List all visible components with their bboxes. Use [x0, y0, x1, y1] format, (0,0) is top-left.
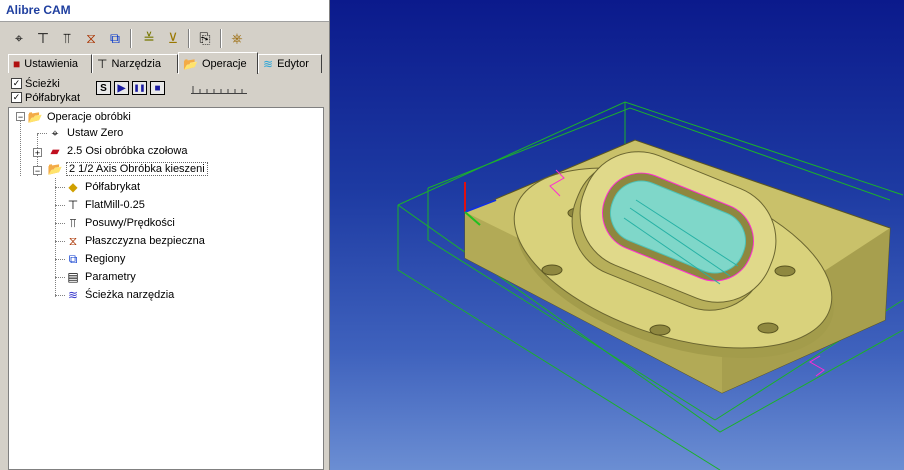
- check-mark-icon: ✓: [11, 92, 22, 103]
- stock-label: Półfabrykat: [25, 91, 81, 104]
- collapse-icon[interactable]: −: [33, 166, 42, 176]
- setup-icon: ■: [13, 57, 21, 71]
- tree-item-pocket[interactable]: 📂 2 1/2 Axis Obróbka kieszeni: [47, 160, 208, 178]
- tree-line: [55, 295, 65, 296]
- tree-item-feeds[interactable]: ⫪ Posuwy/Prędkości: [65, 214, 175, 232]
- tree-root-label: Operacje obróbki: [47, 111, 131, 123]
- folder-icon: ▰: [50, 144, 60, 158]
- tree-item-params[interactable]: ▤ Parametry: [65, 268, 136, 286]
- tree-item-label: Ścieżka narzędzia: [85, 289, 175, 301]
- tree-line: [55, 178, 56, 297]
- editor-icon: ≋: [263, 57, 274, 71]
- feeds-icon: ⫪: [69, 215, 77, 230]
- sim-step-button[interactable]: S: [96, 81, 111, 95]
- tree-item-plane[interactable]: ⧖ Płaszczyzna bezpieczna: [65, 232, 205, 250]
- tab-narzedzia[interactable]: ⊤ Narzędzia: [92, 54, 178, 73]
- collapse-icon[interactable]: −: [16, 112, 25, 122]
- tree-item-label: Płaszczyzna bezpieczna: [85, 235, 205, 247]
- tree-item-label: Półfabrykat: [85, 181, 141, 193]
- tree-item-label: Parametry: [85, 271, 136, 283]
- regions-icon: ⧉: [68, 251, 78, 266]
- check-mark-icon: ✓: [11, 78, 22, 89]
- tree-item-stock[interactable]: ◆ Półfabrykat: [65, 178, 140, 196]
- tree-item-facing[interactable]: ▰ 2.5 Osi obróbka czołowa: [47, 142, 187, 160]
- tree-item-ustaw-zero[interactable]: ⌖ Ustaw Zero: [47, 124, 124, 142]
- tree-line: [37, 133, 47, 134]
- tree-item-label: FlatMill-0.25: [85, 199, 145, 211]
- toolbar-separator: [188, 29, 190, 48]
- tool-icon: ⊤: [67, 198, 79, 212]
- tab-label: Narzędzia: [111, 58, 161, 70]
- tree-line: [55, 277, 65, 278]
- copy-icon[interactable]: ⎘: [194, 27, 216, 49]
- tab-edytor[interactable]: ≋ Edytor: [258, 54, 322, 73]
- tab-label: Ustawienia: [24, 58, 79, 70]
- tree-line: [20, 121, 21, 176]
- pause-button[interactable]: ❚❚: [132, 81, 147, 95]
- toolbar-separator: [130, 29, 132, 48]
- tree-item-label: 2 1/2 Axis Obróbka kieszeni: [66, 162, 208, 176]
- tab-ustawienia[interactable]: ■ Ustawienia: [8, 54, 92, 73]
- toolpath-icon: ≋: [67, 288, 79, 302]
- tab-operacje[interactable]: 📂 Operacje: [178, 52, 258, 74]
- tree-line: [55, 259, 65, 260]
- plane-icon: ⧖: [68, 233, 78, 248]
- tree-item-toolpath[interactable]: ≋ Ścieżka narzędzia: [65, 286, 174, 304]
- probe-icon[interactable]: ⌖: [8, 27, 30, 49]
- feeds-icon[interactable]: ⫪: [56, 27, 78, 49]
- panel-title: Alibre CAM: [6, 3, 71, 17]
- regions-icon[interactable]: ⧉: [104, 27, 126, 49]
- expand-icon[interactable]: +: [33, 148, 42, 158]
- tab-label: Edytor: [277, 58, 309, 70]
- tree-item-label: Regiony: [85, 253, 126, 265]
- operations-tree: − 📂 Operacje obróbki ⌖ Ustaw Zero + ▰ 2.…: [8, 107, 324, 470]
- stock-checkbox[interactable]: ✓ Półfabrykat: [11, 91, 80, 104]
- tree-item-label: Ustaw Zero: [67, 127, 124, 139]
- tab-label: Operacje: [201, 57, 247, 70]
- stop-button[interactable]: ■: [150, 81, 165, 95]
- probe-icon: ⌖: [51, 125, 59, 140]
- toolpaths-label: Ścieżki: [25, 77, 60, 90]
- post-icon[interactable]: ⎈: [226, 27, 248, 49]
- play-button[interactable]: ▶: [114, 81, 129, 95]
- toolbar-separator: [220, 29, 222, 48]
- tool-icon: ⊤: [97, 57, 108, 71]
- tree-item-regions[interactable]: ⧉ Regiony: [65, 250, 126, 268]
- document-icon: ▤: [67, 270, 79, 284]
- folder-open-icon: 📂: [27, 110, 43, 124]
- pocket-icon[interactable]: ⊻: [162, 27, 184, 49]
- sim-speed-slider[interactable]: [191, 85, 247, 94]
- part-model: [397, 101, 904, 470]
- tool-icon[interactable]: ⊤: [32, 27, 54, 49]
- stock-icon: ◆: [68, 180, 78, 194]
- tree-line: [55, 205, 65, 206]
- slider-ticks: [192, 86, 243, 94]
- folder-open-icon: 📂: [183, 56, 198, 71]
- display-options: ✓ Ścieżki ✓ Półfabrykat S ▶ ❚❚ ■: [11, 77, 327, 105]
- tree-item-tool[interactable]: ⊤ FlatMill-0.25: [65, 196, 145, 214]
- toolbar: ⌖ ⊤ ⫪ ⧖ ⧉ ≚ ⊻ ⎘ ⎈: [8, 27, 326, 51]
- panel-title-bar: Alibre CAM: [0, 0, 329, 22]
- engrave-icon[interactable]: ≚: [138, 27, 160, 49]
- cam-panel: Alibre CAM ⌖ ⊤ ⫪ ⧖ ⧉ ≚ ⊻ ⎘ ⎈ ■ Ustawieni…: [0, 0, 330, 470]
- 3d-viewport[interactable]: [330, 0, 904, 470]
- tree-line: [55, 223, 65, 224]
- plane-icon[interactable]: ⧖: [80, 27, 102, 49]
- tree-line: [55, 187, 65, 188]
- folder-open-icon: 📂: [47, 162, 63, 176]
- toolpaths-checkbox[interactable]: ✓ Ścieżki: [11, 77, 60, 90]
- tree-line: [55, 241, 65, 242]
- tree-item-label: 2.5 Osi obróbka czołowa: [67, 145, 188, 157]
- tree-item-label: Posuwy/Prędkości: [85, 217, 175, 229]
- tab-strip: ■ Ustawienia ⊤ Narzędzia 📂 Operacje ≋ Ed…: [8, 52, 326, 74]
